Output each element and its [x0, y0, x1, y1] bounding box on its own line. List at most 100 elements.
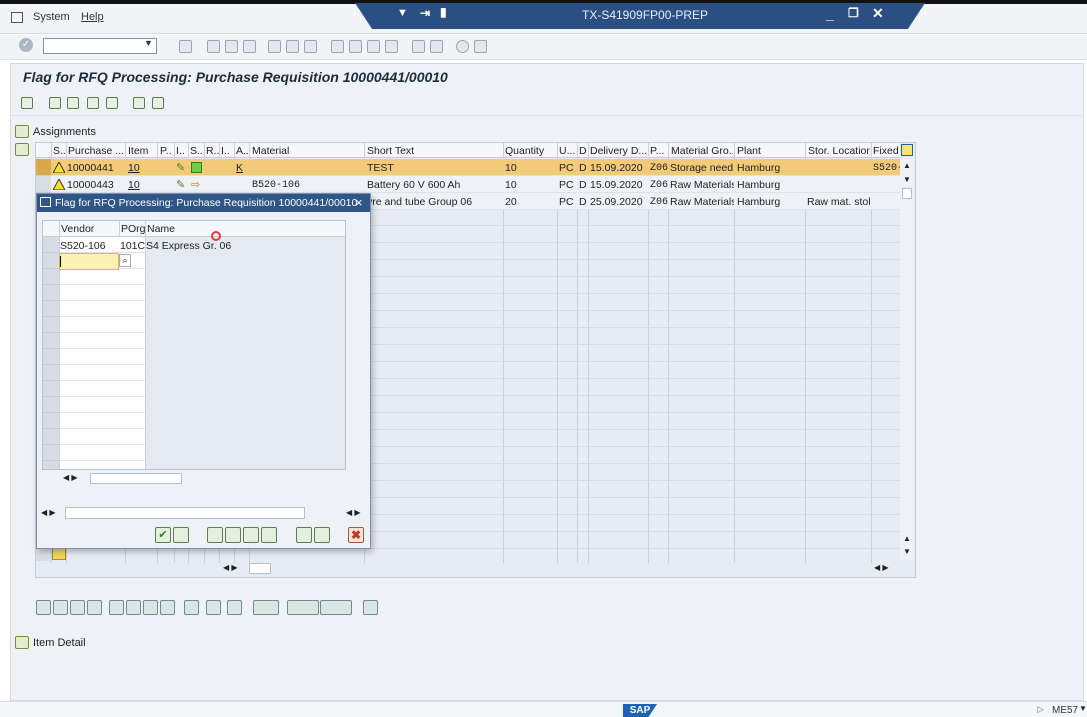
cell-a[interactable]: K [236, 162, 243, 174]
col-purchase-req[interactable]: Purchase ... [68, 145, 124, 157]
vendor-input[interactable] [59, 253, 119, 270]
edit-pencil-icon[interactable]: ✎ [176, 161, 185, 174]
previous-item-icon[interactable] [67, 97, 79, 109]
row-selector[interactable] [36, 159, 51, 176]
col-r[interactable]: R.. [206, 145, 220, 157]
cell-quantity[interactable]: 10 [505, 179, 517, 191]
undo-icon[interactable] [206, 600, 221, 615]
col-i2[interactable]: I.. [221, 145, 233, 157]
col-material-group[interactable]: Material Gro... [671, 145, 733, 157]
dialog-copy-button[interactable] [173, 527, 189, 543]
cell-plant[interactable]: Hamburg [737, 162, 780, 174]
dialog-input-rows[interactable] [60, 237, 145, 469]
shortcut-icon[interactable] [430, 40, 443, 53]
cell-delivery[interactable]: 25.09.2020 [590, 196, 643, 208]
menu-help[interactable]: Help [81, 11, 104, 23]
scroll-thumb[interactable] [249, 563, 271, 574]
details-icon[interactable] [87, 600, 102, 615]
menu-icon[interactable] [11, 12, 23, 23]
delete-dropdown-icon[interactable] [320, 600, 352, 615]
col-quantity[interactable]: Quantity [505, 145, 555, 157]
collapse-folder-icon[interactable] [15, 143, 29, 156]
vertical-scrollbar[interactable] [900, 158, 914, 560]
cell-short-text[interactable]: TEST [367, 162, 394, 174]
cell-plant[interactable]: Hamburg [737, 179, 780, 191]
col-s[interactable]: S.. [190, 145, 204, 157]
command-dropdown-icon[interactable]: ▼ [144, 38, 153, 48]
dialog-previous-button[interactable] [225, 527, 241, 543]
scroll-thumb[interactable] [90, 473, 182, 484]
edit-pencil-icon[interactable]: ✎ [176, 178, 185, 191]
status-dropdown-icon[interactable]: ▼ [1079, 704, 1087, 713]
cell-purchase[interactable]: 10000443 [67, 179, 114, 191]
col-delivery-date[interactable]: Delivery D... [590, 145, 648, 157]
command-field[interactable] [43, 38, 157, 54]
filter-icon[interactable] [143, 600, 158, 615]
last-page-icon[interactable] [385, 40, 398, 53]
col-fixed[interactable]: Fixed [873, 145, 899, 157]
dialog-last-button[interactable] [261, 527, 277, 543]
dialog-document-button[interactable] [314, 527, 330, 543]
item-detail-folder-icon[interactable] [15, 636, 29, 649]
select-all-icon[interactable] [36, 600, 51, 615]
assign-dropdown-icon[interactable] [287, 600, 319, 615]
col-p2[interactable]: P... [650, 145, 668, 157]
dialog-first-button[interactable] [207, 527, 223, 543]
cell-unit[interactable]: PC [559, 196, 574, 208]
cell-porg[interactable]: 101C [120, 240, 145, 252]
cell-quantity[interactable]: 20 [505, 196, 517, 208]
column-layout-icon[interactable] [901, 144, 913, 156]
sort-descending-icon[interactable] [126, 600, 141, 615]
col-short-text[interactable]: Short Text [367, 145, 501, 157]
cell-vendor[interactable]: S520-106 [60, 240, 106, 252]
horizontal-scrollbar[interactable] [220, 562, 900, 575]
enter-check-icon[interactable]: ✓ [19, 38, 33, 52]
scroll-down-icon[interactable]: ▼ [903, 547, 911, 556]
back-icon[interactable] [207, 40, 220, 53]
next-page-icon[interactable] [367, 40, 380, 53]
restore-icon[interactable]: ❐ [848, 6, 859, 20]
col-p[interactable]: P.. [160, 145, 174, 157]
document-icon[interactable] [152, 97, 164, 109]
sort-ascending-icon[interactable] [109, 600, 124, 615]
scroll-right-icon[interactable]: ◀ ▶ [346, 508, 361, 517]
find-next-icon[interactable] [304, 40, 317, 53]
cell-mat-group[interactable]: Raw Materials [670, 179, 734, 191]
scroll-thumb[interactable] [65, 507, 305, 519]
select-block-icon[interactable] [70, 600, 85, 615]
cell-unit[interactable]: PC [559, 179, 574, 191]
cell-purchase[interactable]: 10000441 [67, 162, 114, 174]
change-icon[interactable] [184, 600, 199, 615]
cell-delivery[interactable]: 15.09.2020 [590, 179, 643, 191]
cell-d[interactable]: D [579, 162, 587, 174]
delete-filter-icon[interactable] [160, 600, 175, 615]
assignments-folder-icon[interactable] [15, 125, 29, 138]
dialog-row-selectors[interactable] [43, 237, 59, 469]
cell-mat-group[interactable]: Storage need.. [670, 162, 734, 174]
print-icon[interactable] [268, 40, 281, 53]
dropdown-arrow-icon[interactable]: ▼ [397, 7, 408, 19]
col-stor-location[interactable]: Stor. Location [808, 145, 870, 157]
col-i[interactable]: I.. [176, 145, 188, 157]
col-unit[interactable]: U... [559, 145, 577, 157]
scroll-up-icon[interactable]: ▲ [903, 534, 911, 543]
next-item-icon[interactable] [87, 97, 99, 109]
col-plant[interactable]: Plant [737, 145, 803, 157]
last-item-icon[interactable] [106, 97, 118, 109]
scroll-right-icon[interactable]: ◀ ▶ [874, 563, 889, 572]
cell-material[interactable]: B520-106 [252, 180, 300, 191]
col-porg[interactable]: POrg [121, 223, 146, 235]
cell-d[interactable]: D [579, 196, 587, 208]
cell-stor-loc[interactable]: Raw mat. stol. [807, 196, 871, 208]
scroll-thumb[interactable] [902, 188, 912, 199]
layout-menu-icon[interactable] [474, 40, 487, 53]
dialog-grid-hscroll[interactable] [43, 471, 345, 484]
close-window-icon[interactable]: ✕ [872, 5, 884, 22]
print-list-icon[interactable] [363, 600, 378, 615]
new-session-icon[interactable] [412, 40, 425, 53]
scroll-left-icon[interactable]: ◀ ▶ [63, 473, 78, 482]
first-item-icon[interactable] [49, 97, 61, 109]
dialog-continue-button[interactable]: ✔ [155, 527, 171, 543]
help-icon[interactable] [456, 40, 469, 53]
exit-icon[interactable] [225, 40, 238, 53]
